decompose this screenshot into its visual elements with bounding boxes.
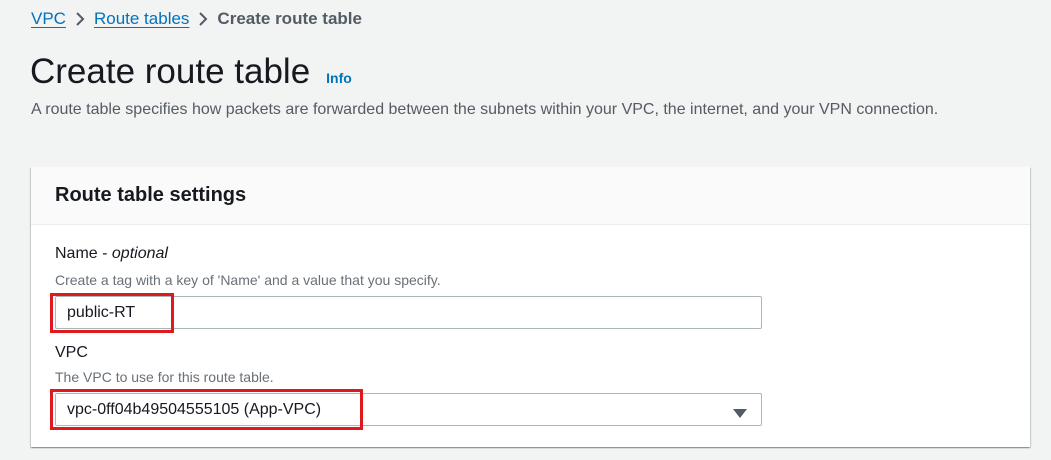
name-field-description: Create a tag with a key of 'Name' and a … bbox=[55, 272, 441, 288]
name-label-text: Name bbox=[55, 245, 98, 262]
breadcrumb-current: Create route table bbox=[217, 9, 362, 28]
vpc-field-label: VPC bbox=[55, 344, 88, 361]
chevron-right-icon bbox=[189, 8, 217, 30]
title-row: Create route table Info bbox=[30, 50, 352, 94]
vpc-select[interactable]: vpc-0ff04b49504555105 (App-VPC) bbox=[55, 393, 762, 426]
chevron-right-icon bbox=[66, 8, 94, 30]
breadcrumb-vpc-link[interactable]: VPC bbox=[31, 8, 66, 30]
page-description: A route table specifies how packets are … bbox=[31, 101, 939, 118]
page: VPC Route tables Create route table Crea… bbox=[0, 0, 1051, 460]
panel-title: Route table settings bbox=[55, 184, 247, 206]
breadcrumb-route-tables-link[interactable]: Route tables bbox=[94, 8, 189, 30]
page-title: Create route table bbox=[30, 52, 311, 91]
breadcrumb: VPC Route tables Create route table bbox=[31, 8, 362, 30]
route-table-settings-panel: Route table settings Name - optional Cre… bbox=[31, 167, 1030, 447]
name-input[interactable] bbox=[55, 296, 762, 329]
panel-header: Route table settings bbox=[31, 167, 1030, 225]
name-field-label: Name - optional bbox=[55, 245, 168, 262]
vpc-select-value: vpc-0ff04b49504555105 (App-VPC) bbox=[67, 401, 322, 418]
caret-down-icon bbox=[733, 406, 747, 424]
optional-label: optional bbox=[111, 245, 168, 262]
vpc-field-description: The VPC to use for this route table. bbox=[55, 369, 274, 385]
info-link[interactable]: Info bbox=[326, 70, 352, 86]
